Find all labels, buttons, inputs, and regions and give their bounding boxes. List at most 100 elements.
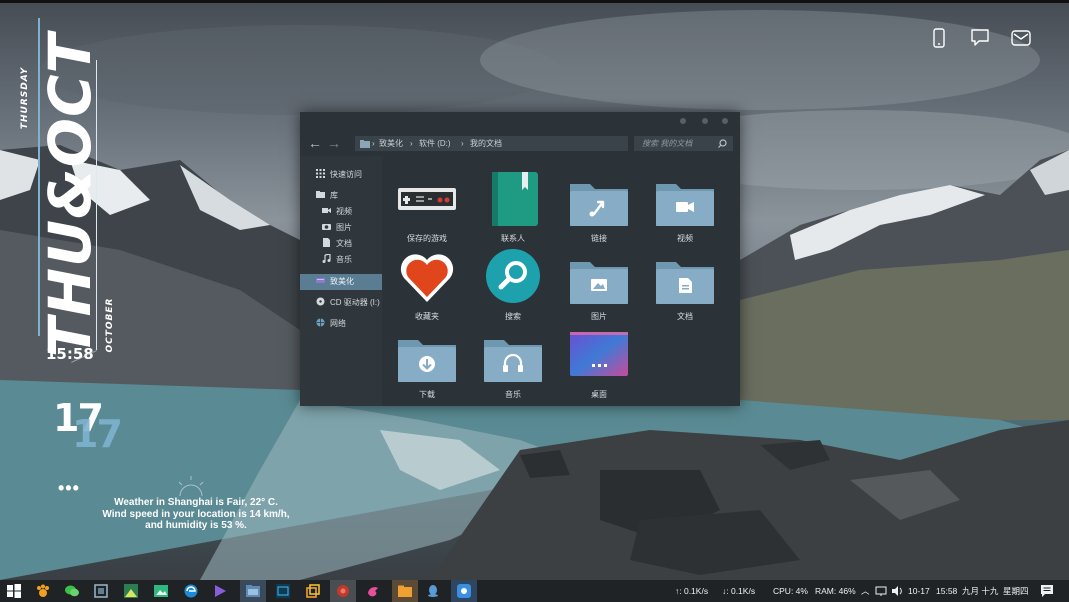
sidebar-label: 库 <box>330 191 338 200</box>
weather-line: Wind speed in your location is 14 km/h, <box>102 508 290 520</box>
sidebar-item-zhimeihua[interactable]: 致美化 <box>316 274 354 290</box>
breadcrumb-sep: › <box>410 139 413 148</box>
music-icon <box>322 254 331 263</box>
pictures-folder-icon <box>570 262 628 304</box>
item-search[interactable]: 搜索 <box>470 242 556 321</box>
weather-text: Weather in Shanghai is Fair, 22° C. Wind… <box>96 497 296 532</box>
close-button[interactable] <box>722 118 728 124</box>
app-blue-square-icon[interactable] <box>456 583 472 599</box>
download-folder-icon <box>398 340 456 382</box>
item-saved-games[interactable]: 保存的游戏 <box>384 164 470 243</box>
sidebar-item-videos[interactable]: 视频 <box>322 204 352 220</box>
item-videos[interactable]: 视频 <box>642 164 728 243</box>
volume-icon[interactable] <box>891 585 903 597</box>
chat-icon[interactable] <box>970 28 990 48</box>
item-links[interactable]: 链接 <box>556 164 642 243</box>
item-desktop[interactable]: 桌面 <box>556 320 642 399</box>
video-icon <box>322 208 331 213</box>
qq-icon[interactable] <box>425 583 441 599</box>
mail-icon[interactable] <box>1011 30 1031 46</box>
breadcrumb-item[interactable]: 我的文档 <box>470 136 502 151</box>
network-icon <box>316 318 325 327</box>
sidebar-item-music[interactable]: 音乐 <box>322 252 352 268</box>
tray-lunar-date[interactable]: 九月 十九 <box>962 580 998 602</box>
sidebar-item-pictures[interactable]: 图片 <box>322 220 352 236</box>
app-paw-icon[interactable] <box>35 583 51 599</box>
grid-icon <box>316 169 325 178</box>
tray-date[interactable]: 10-17 <box>908 580 930 602</box>
folder-taskbar-icon[interactable] <box>397 583 413 599</box>
breadcrumb-sep: › <box>461 139 464 148</box>
day-month-heading: THU&OCT <box>36 32 104 358</box>
widget-day-shadow: 17 <box>72 412 123 456</box>
app-window-icon[interactable] <box>93 583 109 599</box>
sidebar-item-network[interactable]: 网络 <box>316 316 346 332</box>
wechat-icon[interactable] <box>64 583 80 599</box>
sidebar-label: 图片 <box>336 223 352 232</box>
back-arrow-icon[interactable]: ← <box>308 134 322 152</box>
app-photoshop-icon[interactable] <box>275 583 291 599</box>
taskbar: ↑: 0.1K/s ↓: 0.1K/s CPU: 4% RAM: 46% ︿ 1… <box>0 580 1069 602</box>
app-chart-icon[interactable] <box>123 583 139 599</box>
download-speed: ↓: 0.1K/s <box>722 586 756 596</box>
sidebar-label: 网络 <box>330 319 346 328</box>
upload-speed: ↑: 0.1K/s <box>675 586 709 596</box>
breadcrumb-item[interactable]: 软件 (D:) <box>419 136 451 151</box>
item-music[interactable]: 音乐 <box>470 320 556 399</box>
cd-icon <box>316 297 325 306</box>
app-red-circle-icon[interactable] <box>335 583 351 599</box>
sidebar-item-documents[interactable]: 文档 <box>322 236 352 252</box>
tray-weekday[interactable]: 星期四 <box>1003 580 1029 602</box>
folder-icon <box>316 191 325 198</box>
item-favorites[interactable]: 收藏夹 <box>384 242 470 321</box>
desktop-wallpaper: THURSDAY OCTOBER THU&OCT 15:58 17 17 •••… <box>0 0 1069 580</box>
app-photo-icon[interactable] <box>153 583 169 599</box>
sidebar-label: 文档 <box>336 239 352 248</box>
link-folder-icon <box>570 184 628 226</box>
documents-folder-icon <box>656 262 714 304</box>
search-icon <box>486 249 540 303</box>
video-folder-icon <box>656 184 714 226</box>
sidebar-label: 音乐 <box>336 255 352 264</box>
sidebar-label: 致美化 <box>330 277 354 286</box>
weather-line: and humidity is 53 %. <box>145 520 247 531</box>
maximize-button[interactable] <box>702 118 708 124</box>
minimize-button[interactable] <box>680 118 686 124</box>
sidebar-item-quick-access[interactable]: 快速访问 <box>316 167 362 183</box>
heart-icon <box>400 254 454 302</box>
network-tray-icon[interactable] <box>875 585 887 597</box>
document-icon <box>323 238 330 247</box>
sidebar-label: 视频 <box>336 207 352 216</box>
breadcrumb-item[interactable]: 致美化 <box>379 136 403 151</box>
navigation-bar: ← → › 致美化 › 软件 (D:) › 我的文档 搜索 我的文档 <box>300 134 740 152</box>
search-small-icon <box>718 139 727 148</box>
notification-icon[interactable] <box>1040 584 1054 598</box>
navigation-pane: 快速访问 库 视频 图片 文档 音乐 致美化 CD 驱动器 (I:) 网络 <box>300 156 382 406</box>
app-bird-icon[interactable] <box>365 583 381 599</box>
month-strip: OCTOBER <box>105 297 115 353</box>
file-explorer-window: ← → › 致美化 › 软件 (D:) › 我的文档 搜索 我的文档 快速访问 … <box>300 112 740 406</box>
search-box[interactable]: 搜索 我的文档 <box>634 136 733 151</box>
item-downloads[interactable]: 下载 <box>384 320 470 399</box>
title-bar[interactable] <box>300 112 740 130</box>
item-label: 文档 <box>677 312 693 321</box>
item-documents[interactable]: 文档 <box>642 242 728 321</box>
tray-time[interactable]: 15:58 <box>936 580 957 602</box>
sidebar-item-cd-drive[interactable]: CD 驱动器 (I:) <box>316 295 380 311</box>
forward-arrow-icon[interactable]: → <box>327 134 341 152</box>
app-play-icon[interactable] <box>212 583 228 599</box>
tray-chevron-icon[interactable]: ︿ <box>861 580 870 602</box>
sidebar-item-library[interactable]: 库 <box>316 188 338 204</box>
file-explorer-taskbar-icon[interactable] <box>245 583 261 599</box>
start-windows-icon[interactable] <box>6 583 22 599</box>
browser-edge-icon[interactable] <box>183 583 199 599</box>
address-bar[interactable]: › 致美化 › 软件 (D:) › 我的文档 <box>355 136 628 151</box>
item-pictures[interactable]: 图片 <box>556 242 642 321</box>
phone-icon[interactable] <box>932 28 946 48</box>
folder-small-icon <box>360 140 370 148</box>
item-label: 下载 <box>419 390 435 399</box>
app-stack-icon[interactable] <box>305 583 321 599</box>
widget-more-dots[interactable]: ••• <box>58 478 80 499</box>
drive-icon <box>316 278 325 283</box>
item-contacts[interactable]: 联系人 <box>470 164 556 243</box>
